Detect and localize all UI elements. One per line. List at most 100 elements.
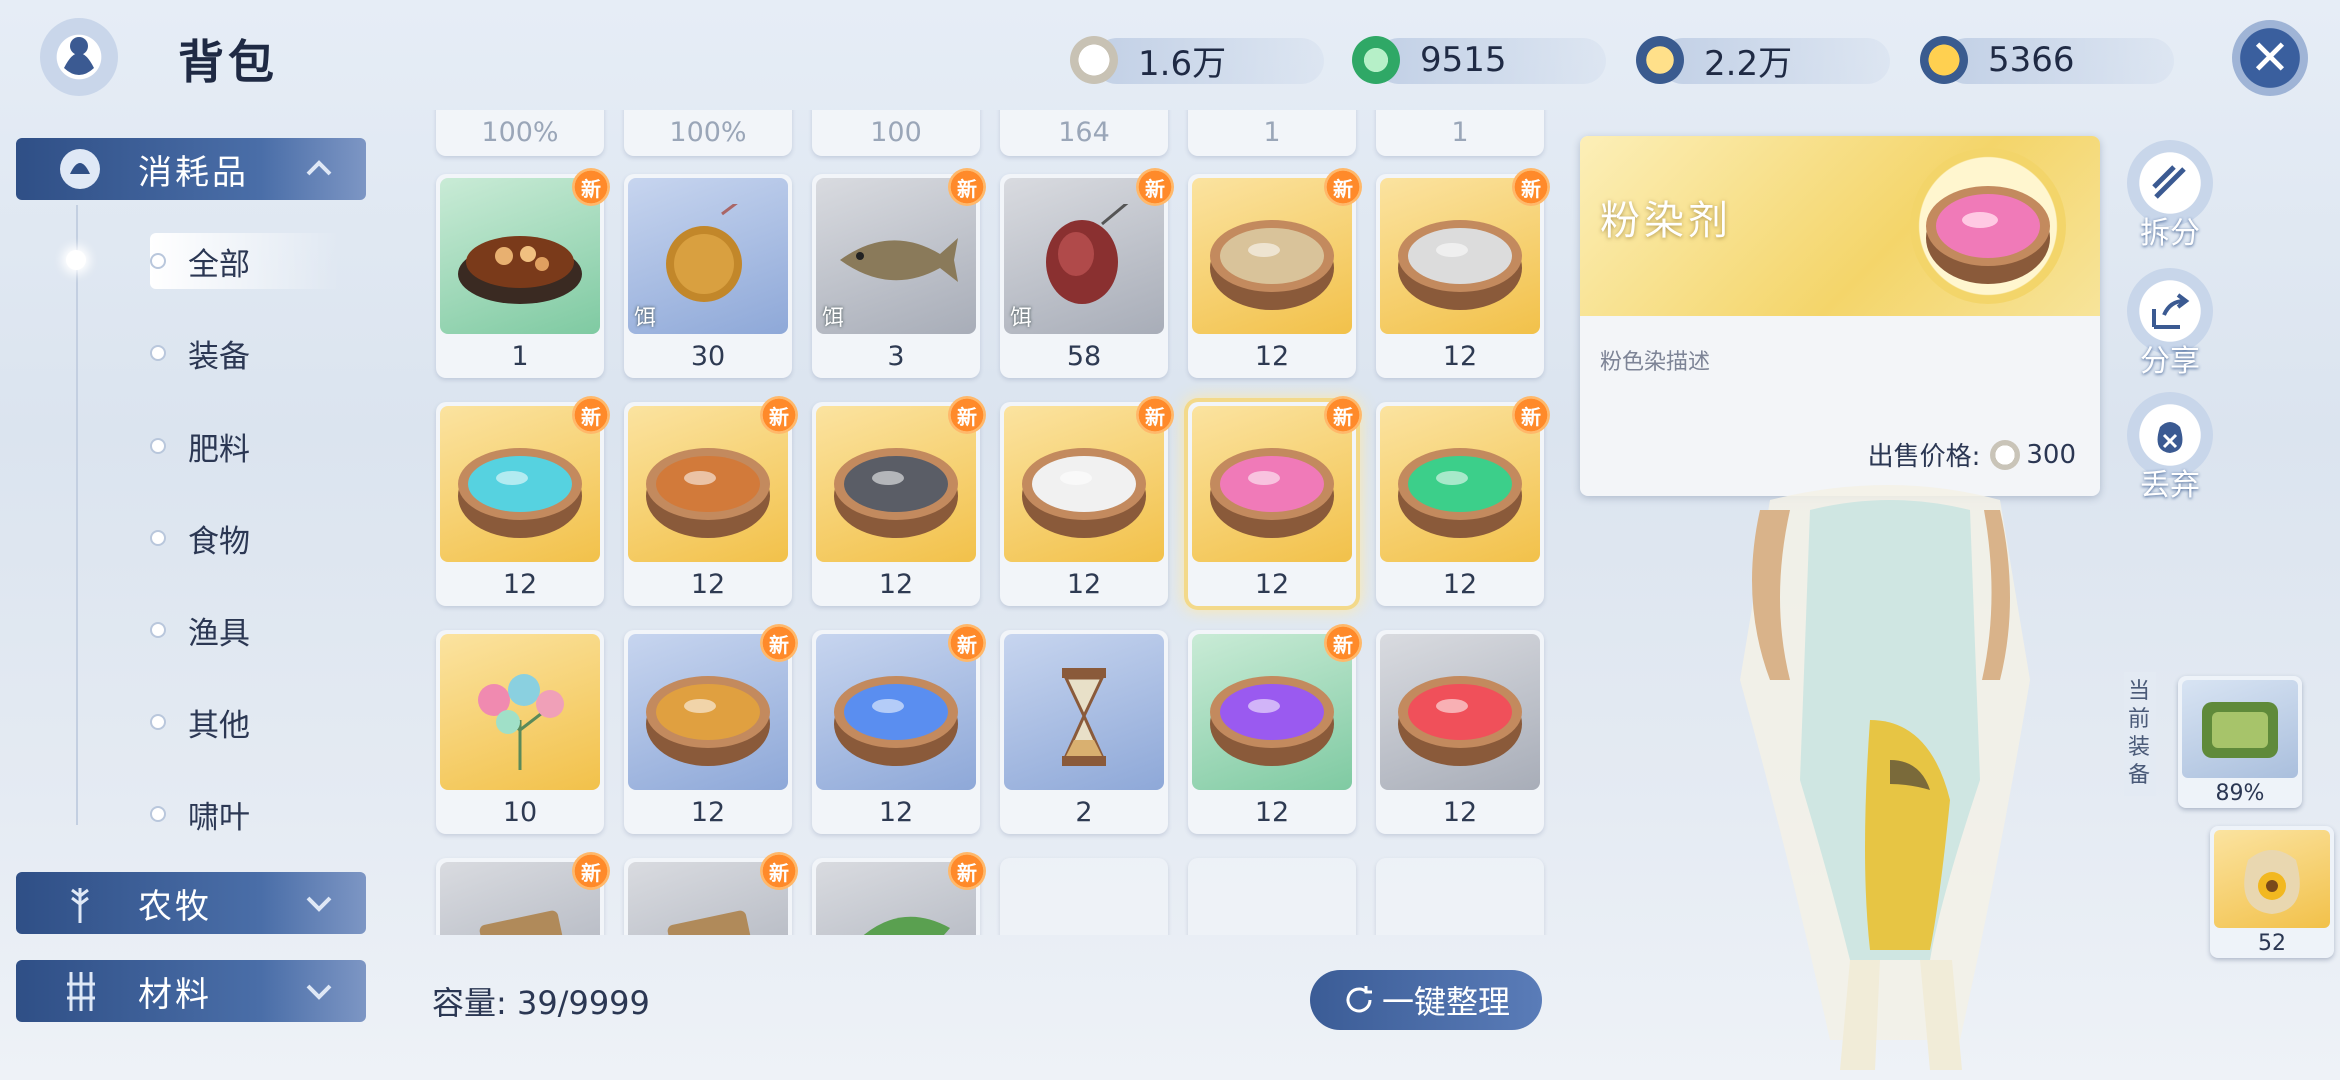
category-consumables[interactable]: 消耗品 bbox=[16, 138, 366, 200]
split-icon bbox=[2152, 165, 2186, 199]
inventory-slot-wood-item[interactable]: 新 bbox=[624, 852, 798, 935]
inventory-slot-meatball-bait[interactable]: 饵 30 bbox=[624, 174, 792, 378]
category-farming[interactable]: 农牧 bbox=[16, 872, 366, 934]
sidebar-item-other[interactable]: 其他 bbox=[150, 694, 250, 750]
inventory-slot-orange-dye[interactable]: 新 12 bbox=[624, 396, 798, 606]
capacity-label: 容量: 39/9999 bbox=[432, 984, 650, 1022]
close-button[interactable]: ✕ bbox=[2232, 20, 2308, 96]
inventory-slot-white-gray-dye[interactable]: 新 12 bbox=[1376, 168, 1550, 378]
discard-label: 丢弃 bbox=[2140, 468, 2200, 503]
inventory-slot-empty[interactable] bbox=[1376, 858, 1544, 935]
bait-tag: 饵 bbox=[822, 306, 845, 331]
inventory-slot[interactable]: 100% bbox=[624, 110, 792, 156]
new-badge: 新 bbox=[948, 396, 986, 434]
sidebar-item-fishing-gear[interactable]: 渔具 bbox=[150, 602, 250, 658]
new-badge: 新 bbox=[1324, 168, 1362, 206]
inventory-slot-scroll-item[interactable]: 新 bbox=[436, 852, 610, 935]
inventory-slot-blue-dye[interactable]: 新 12 bbox=[812, 624, 986, 834]
bait-tag: 饵 bbox=[634, 306, 657, 331]
inventory-slot-amber-dye[interactable]: 新 12 bbox=[624, 624, 798, 834]
inventory-slot-fish-bait[interactable]: 饵 新 3 bbox=[812, 168, 986, 378]
currency-jade: 9515 bbox=[1352, 34, 1606, 86]
inventory-slot-cyan-dye[interactable]: 新 12 bbox=[436, 396, 610, 606]
inventory-slot-braised-dish[interactable]: 新1 bbox=[436, 168, 610, 378]
inventory-slot-black-dye[interactable]: 新 12 bbox=[812, 396, 986, 606]
slot-count: 12 bbox=[690, 569, 726, 600]
inventory-slot[interactable]: 100 bbox=[812, 110, 980, 156]
category-consumables-label: 消耗品 bbox=[138, 152, 249, 193]
sidebar-item-label: 全部 bbox=[188, 246, 250, 283]
close-icon: ✕ bbox=[2249, 30, 2291, 86]
sidebar-item-equipment[interactable]: 装备 bbox=[150, 325, 250, 381]
refresh-icon bbox=[1346, 986, 1372, 1013]
split-button[interactable]: 拆分 bbox=[2124, 140, 2216, 252]
inventory-slot[interactable]: 100% bbox=[436, 110, 604, 156]
discard-button[interactable]: 丢弃 bbox=[2124, 392, 2216, 504]
shell-coin-icon bbox=[1070, 36, 1118, 84]
slot-count: 100% bbox=[669, 117, 747, 148]
slot-count: 1 bbox=[1263, 117, 1281, 148]
item-detail-panel: 粉染剂 粉色染描述 出售价格: 300 bbox=[1580, 136, 2100, 496]
equipment-slot-money-bag[interactable]: 89% bbox=[2178, 676, 2302, 808]
category-materials-label: 材料 bbox=[138, 974, 212, 1015]
item-name: 粉染剂 bbox=[1600, 198, 1732, 244]
currency-rooster: 5366 bbox=[1920, 34, 2174, 86]
flower-bouquet-icon bbox=[440, 634, 600, 790]
inventory-slot-empty[interactable] bbox=[1188, 858, 1356, 935]
page-title: 背包 bbox=[178, 35, 278, 89]
slot-count: 12 bbox=[1066, 569, 1102, 600]
share-button[interactable]: 分享 bbox=[2124, 268, 2216, 380]
orange-dye-icon bbox=[628, 406, 788, 562]
slot-count: 1 bbox=[1451, 117, 1469, 148]
slot-count: 1 bbox=[511, 341, 529, 372]
inventory-slot[interactable]: 1 bbox=[1188, 110, 1356, 156]
white-dye-icon bbox=[1004, 406, 1164, 562]
inventory-slot-red-dye[interactable]: 12 bbox=[1376, 630, 1544, 834]
slot-count: 3 bbox=[887, 341, 905, 372]
inventory-grid: 100% 100% 100 164 1 1 新 1 饵 30 饵新 3 饵新 58 新 12 新 12 新 12 新 12… bbox=[432, 110, 1552, 935]
share-icon bbox=[2152, 293, 2190, 329]
price-value: 300 bbox=[2026, 439, 2076, 470]
inventory-slot[interactable]: 1 bbox=[1376, 110, 1544, 156]
inventory-slot-flower-bouquet[interactable]: 10 bbox=[436, 630, 604, 834]
inventory-slot-hourglass[interactable]: 2 bbox=[1000, 630, 1168, 834]
new-badge: 新 bbox=[1136, 168, 1174, 206]
slot-count: 164 bbox=[1058, 117, 1110, 148]
inventory-slot-white-dye[interactable]: 新 12 bbox=[1000, 396, 1174, 606]
new-badge: 新 bbox=[948, 852, 986, 890]
inventory-slot-violet-dye[interactable]: 新 12 bbox=[1188, 624, 1362, 834]
cyan-dye-icon bbox=[440, 406, 600, 562]
currency-gold-bird: 2.2万 bbox=[1636, 34, 1890, 86]
new-badge: 新 bbox=[948, 624, 986, 662]
braised-dish-icon bbox=[440, 178, 600, 334]
inventory-slot-leaf-item[interactable]: 新 bbox=[812, 852, 986, 935]
inventory-slot-green-dye[interactable]: 新 12 bbox=[1376, 396, 1550, 606]
inventory-slot-sausage-bait[interactable]: 饵 新 58 bbox=[1000, 168, 1174, 378]
auto-sort-button[interactable]: 一键整理 bbox=[1310, 970, 1542, 1030]
equipment-slot-seed-bag[interactable]: 52 bbox=[2210, 826, 2334, 958]
currency-rooster-value: 5366 bbox=[1988, 40, 2075, 80]
split-label: 拆分 bbox=[2140, 216, 2200, 251]
character-model bbox=[1740, 485, 2030, 1070]
new-badge: 新 bbox=[760, 396, 798, 434]
category-materials[interactable]: 材料 bbox=[16, 960, 366, 1022]
inventory-slot[interactable]: 164 bbox=[1000, 110, 1168, 156]
slot-count: 12 bbox=[1254, 569, 1290, 600]
new-badge: 新 bbox=[572, 168, 610, 206]
slot-count: 12 bbox=[502, 569, 538, 600]
item-description: 粉色染描述 bbox=[1600, 350, 1711, 375]
sidebar-item-fertilizer[interactable]: 肥料 bbox=[150, 418, 250, 474]
rooster-coin-icon bbox=[1920, 36, 1968, 84]
sidebar-item-whistle-leaf[interactable]: 啸叶 bbox=[150, 786, 250, 842]
sidebar-item-label: 渔具 bbox=[188, 615, 250, 652]
slot-count: 58 bbox=[1066, 341, 1102, 372]
new-badge: 新 bbox=[572, 396, 610, 434]
bamboo-icon bbox=[52, 963, 108, 1019]
inventory-slot-pink-dye[interactable]: 新 12 bbox=[1188, 396, 1362, 606]
sidebar-item-all[interactable]: 全部 bbox=[150, 233, 340, 289]
inventory-slot-beige-dye[interactable]: 新 12 bbox=[1188, 168, 1362, 378]
sidebar-item-food[interactable]: 食物 bbox=[150, 510, 250, 566]
inventory-slot-empty[interactable] bbox=[1000, 858, 1168, 935]
slot-count: 12 bbox=[878, 569, 914, 600]
new-badge: 新 bbox=[1512, 168, 1550, 206]
